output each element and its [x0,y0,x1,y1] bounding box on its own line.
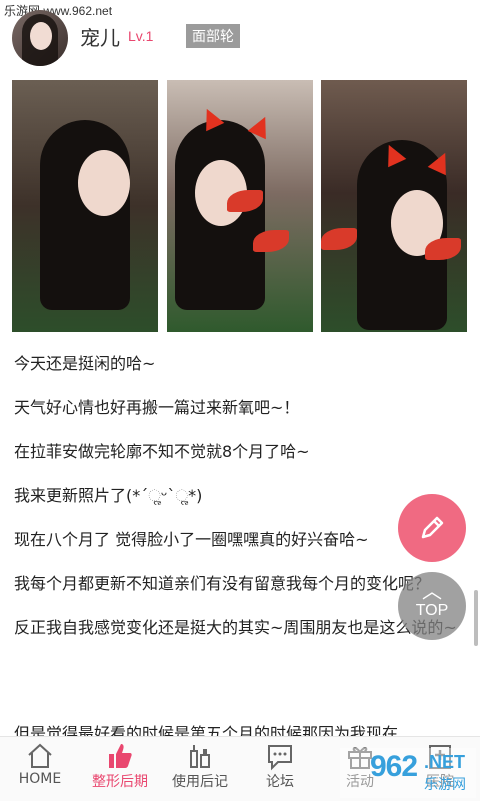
photo-face [78,150,130,216]
arrow-up-icon: ︿ [422,581,442,603]
photo-gallery [12,80,468,332]
avatar-face [30,22,52,50]
photo-3[interactable] [321,80,467,332]
logo-net: .NET [424,752,466,772]
tab-reviews[interactable]: 使用后记 [160,737,240,801]
chat-icon [240,741,320,771]
devil-wing-icon [321,228,357,250]
tab-label: HOME [18,771,62,787]
back-to-top-label: TOP [415,602,449,619]
post-paragraph-truncated: 但是觉得最好看的时候是第五个月的时候那因为我现在 [14,724,399,736]
back-to-top-button[interactable]: ︿ TOP [398,572,466,640]
photo-hair [40,120,130,310]
post-header: 宠儿 Lv.1 面部轮 [0,0,480,72]
category-tag[interactable]: 面部轮 [186,24,240,48]
devil-wing-icon [253,230,289,252]
home-icon [0,741,80,771]
devil-wing-icon [425,238,461,260]
post-paragraph: 在拉菲安做完轮廓不知不觉就8个月了哈~ [14,442,310,461]
scrollbar[interactable] [474,590,478,646]
pencil-icon [421,516,444,539]
post-paragraph: 今天还是挺闲的哈~ [14,354,156,373]
edit-button[interactable] [398,494,466,562]
post-paragraph: 我每个月都更新不知道亲们有没有留意我每个月的变化呢？ [14,574,431,593]
site-logo-watermark: 962 .NET 乐游网 [340,748,476,798]
tab-label: 论坛 [266,774,294,790]
photo-1[interactable] [12,80,158,332]
avatar[interactable] [12,10,68,66]
tab-forum[interactable]: 论坛 [240,737,320,801]
logo-number: 962 [370,750,418,783]
cosmetics-icon [160,741,240,771]
photo-2[interactable] [167,80,313,332]
tab-post-op[interactable]: 整形后期 [80,737,160,801]
tab-home[interactable]: HOME [0,737,80,801]
logo-cn: 乐游网 [424,777,466,793]
tab-label: 使用后记 [172,774,228,790]
level-badge: Lv.1 [128,28,154,44]
post-paragraph: 天气好心情也好再搬一篇过来新氧吧~！ [14,398,300,417]
tab-label: 整形后期 [92,774,148,790]
username[interactable]: 宠儿 [80,22,120,51]
thumb-up-icon [80,741,160,771]
